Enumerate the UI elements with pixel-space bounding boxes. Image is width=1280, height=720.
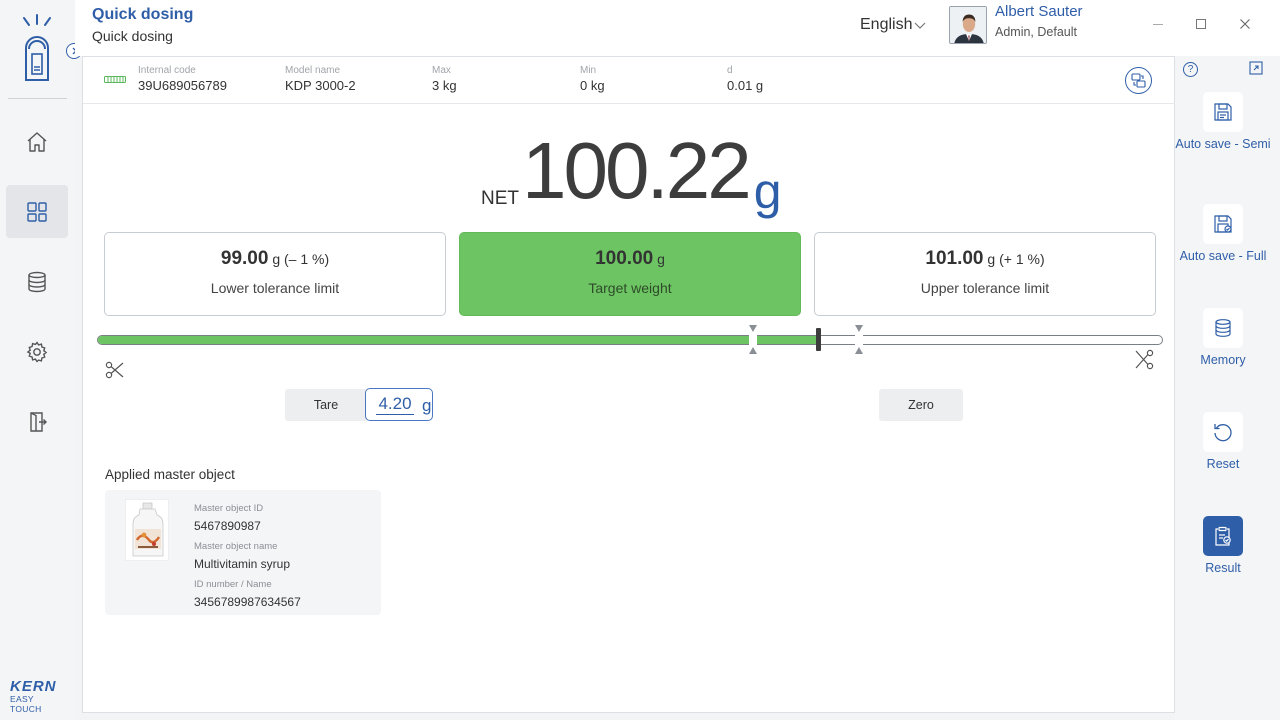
nav-logout[interactable] [6, 395, 68, 448]
avatar[interactable] [949, 6, 987, 44]
lower-tolerance-card[interactable]: 99.00 g (– 1 %) Lower tolerance limit [104, 232, 446, 316]
language-label: English [860, 16, 913, 33]
tare-input[interactable] [376, 393, 414, 415]
chevron-down-icon [915, 22, 926, 29]
reset-button[interactable]: Reset [1175, 412, 1271, 472]
apps-grid-icon [27, 201, 47, 222]
master-object-title: Applied master object [105, 467, 235, 482]
left-navigation: KERN EASY TOUCH [0, 0, 82, 720]
minimize-button[interactable] [1150, 16, 1166, 32]
master-object-card[interactable]: Master object ID 5467890987 Master objec… [105, 490, 381, 615]
home-icon [27, 131, 47, 152]
lower-tolerance-label: Lower tolerance limit [210, 280, 340, 296]
upper-limit-gap [855, 334, 864, 346]
tare-unit: g [422, 396, 432, 415]
settings-gear-icon [26, 340, 48, 363]
upper-tolerance-label: Upper tolerance limit [920, 280, 1050, 296]
lower-limit-marker-bottom [748, 347, 757, 354]
current-weight-marker [815, 328, 821, 351]
internal-code: Internal code 39U689056789 [138, 65, 227, 93]
tare-value-field[interactable]: g [365, 388, 433, 421]
nav-settings[interactable] [6, 325, 68, 378]
nav-home[interactable] [6, 115, 68, 168]
lower-tolerance-value: 99.00 [220, 248, 269, 269]
target-weight-label: Target weight [588, 280, 672, 296]
model-name: Model name KDP 3000-2 [285, 65, 356, 93]
database-icon [28, 271, 46, 292]
user-name: Albert Sauter [995, 3, 1083, 20]
result-clipboard-icon [1215, 526, 1231, 546]
weight-unit: g [753, 163, 782, 219]
device-info-bar: Internal code 39U689056789 Model name KD… [83, 57, 1176, 104]
right-action-panel: ? Auto save - Semi Auto save - Full Memo… [1175, 56, 1280, 720]
id-number-label: ID number / Name [194, 579, 272, 590]
dosing-progress-bar [97, 335, 1163, 345]
page-title: Quick dosing [92, 6, 194, 23]
page-subtitle: Quick dosing [92, 28, 173, 44]
master-name-label: Master object name [194, 541, 278, 552]
net-indicator: NET [481, 188, 519, 209]
tare-button[interactable]: Tare [285, 389, 367, 421]
upper-limit-marker-top [855, 325, 864, 332]
help-icon: ? [1187, 64, 1194, 75]
floppy-full-icon [1214, 215, 1232, 233]
memory-button[interactable]: Memory [1175, 308, 1271, 368]
lower-limit-gap [748, 334, 757, 346]
weight-display: NET 100.22 g [481, 126, 782, 220]
logout-icon [30, 411, 47, 432]
floppy-semi-icon [1214, 103, 1232, 121]
result-button[interactable]: Result [1175, 516, 1271, 576]
master-name-value: Multivitamin syrup [194, 557, 291, 571]
master-id-label: Master object ID [194, 503, 264, 514]
product-image [125, 499, 169, 561]
auto-save-semi-button[interactable]: Auto save - Semi [1175, 92, 1271, 152]
app-logo-icon [14, 12, 60, 84]
target-weight-value: 100.00 [595, 248, 654, 269]
maximize-button[interactable] [1193, 16, 1209, 32]
upper-tolerance-value: 101.00 [925, 248, 984, 269]
scissors-icon [105, 361, 124, 379]
balance-connected-icon [104, 76, 126, 83]
close-button[interactable] [1237, 16, 1253, 32]
maximize-icon [1196, 19, 1206, 29]
language-selector[interactable]: English [860, 16, 926, 34]
min-capacity: Min 0 kg [580, 65, 605, 93]
switch-balance-button[interactable] [1125, 67, 1152, 94]
memory-database-icon [1215, 319, 1231, 337]
nav-applications[interactable] [6, 185, 68, 238]
upper-limit-marker-bottom [855, 347, 864, 354]
id-number-value: 3456789987634567 [194, 595, 301, 609]
upper-tolerance-card[interactable]: 101.00 g (+ 1 %) Upper tolerance limit [814, 232, 1156, 316]
switch-balance-icon [1131, 73, 1146, 88]
fullscreen-icon[interactable] [1249, 61, 1263, 75]
zero-button[interactable]: Zero [879, 389, 963, 421]
kern-logo: KERN EASY TOUCH [10, 678, 57, 714]
weight-value: 100.22 [522, 126, 752, 215]
nav-database[interactable] [6, 255, 68, 308]
header: Quick dosing Quick dosing English Albert… [75, 0, 1280, 56]
reset-icon [1214, 424, 1232, 442]
help-button[interactable]: ? [1183, 62, 1198, 77]
max-capacity: Max 3 kg [432, 65, 457, 93]
minimize-icon [1153, 24, 1163, 25]
target-weight-card[interactable]: 100.00 g Target weight [459, 232, 801, 316]
scissors-cross-icon [1135, 349, 1154, 370]
close-icon [1240, 19, 1250, 29]
nav-divider [8, 98, 67, 99]
readability: d 0.01 g [727, 65, 764, 93]
auto-save-full-button[interactable]: Auto save - Full [1175, 204, 1271, 264]
user-role: Admin, Default [995, 25, 1077, 39]
master-id-value: 5467890987 [194, 519, 261, 533]
lower-limit-marker-top [748, 325, 757, 332]
main-panel: Internal code 39U689056789 Model name KD… [82, 56, 1176, 713]
progress-fill [98, 336, 818, 344]
